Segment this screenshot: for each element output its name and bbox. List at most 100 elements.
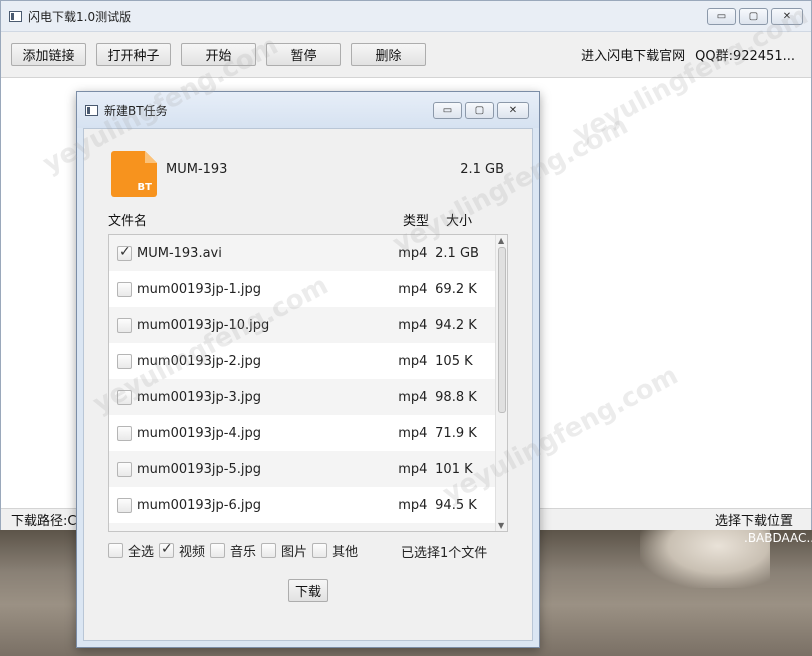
dialog-titlebar: 新建BT任务 ▭ ▢ ✕ [77, 92, 539, 128]
minimize-button[interactable]: ▭ [707, 8, 736, 25]
file-checkbox[interactable] [117, 281, 132, 297]
file-list-scrollbar[interactable]: ▲ ▼ [495, 235, 507, 531]
torrent-size: 2.1 GB [460, 162, 504, 177]
filter-music[interactable]: 音乐 [210, 541, 256, 560]
new-bt-task-dialog: 新建BT任务 ▭ ▢ ✕ BT MUM-193 2.1 GB 文件名 类型 大小… [76, 91, 540, 648]
qq-group-label: QQ群:922451... [695, 49, 795, 64]
filter-checkbox[interactable] [312, 542, 328, 558]
file-row[interactable]: mum00193jp-10.jpg mp4 94.2 K [109, 307, 495, 343]
file-name: mum00193jp-10.jpg [137, 317, 270, 333]
column-header-type: 类型 [403, 214, 430, 229]
close-button[interactable]: ✕ [771, 8, 803, 25]
file-row[interactable]: MUM-193.avi mp4 2.1 GB [109, 235, 495, 271]
file-size: 105 K [435, 353, 473, 369]
main-window-title: 闪电下载1.0测试版 [28, 9, 132, 24]
file-name: mum00193jp-4.jpg [137, 425, 261, 441]
torrent-name: MUM-193 [166, 162, 228, 177]
scrollbar-thumb[interactable] [498, 247, 506, 413]
download-path-label: 下载路径:C: [11, 514, 81, 529]
file-checkbox[interactable] [117, 353, 132, 369]
file-size: 101 K [435, 461, 473, 477]
main-titlebar: 闪电下载1.0测试版 ▭ ▢ ✕ [1, 1, 811, 32]
file-checkbox[interactable] [117, 497, 132, 513]
choose-location-button[interactable]: 选择下载位置 [715, 510, 793, 529]
filter-other[interactable]: 其他 [312, 541, 358, 560]
file-name: mum00193jp-2.jpg [137, 353, 261, 369]
maximize-icon: ▢ [748, 10, 759, 22]
close-icon: ✕ [782, 10, 792, 22]
maximize-button[interactable]: ▢ [739, 8, 768, 25]
close-icon: ✕ [508, 104, 518, 116]
minimize-icon: ▭ [716, 10, 727, 22]
dialog-maximize-button[interactable]: ▢ [465, 102, 494, 119]
file-row[interactable]: mum00193jp-2.jpg mp4 105 K [109, 343, 495, 379]
bt-file-icon: BT [111, 151, 157, 197]
file-checkbox[interactable] [117, 461, 132, 477]
file-type: mp4 [398, 353, 428, 369]
filter-select-all[interactable]: 全选 [108, 541, 154, 560]
file-type: mp4 [398, 497, 428, 513]
file-size: 69.2 K [435, 281, 477, 297]
column-header-name: 文件名 [108, 214, 148, 229]
file-row[interactable]: mum00193jp-6.jpg mp4 94.5 K [109, 487, 495, 523]
minimize-icon: ▭ [442, 104, 453, 116]
file-name: MUM-193.avi [137, 245, 222, 261]
filter-label: 全选 [128, 544, 155, 560]
dialog-window-icon [85, 104, 98, 116]
file-size: 98.8 K [435, 389, 477, 405]
filter-label: 其他 [332, 544, 359, 560]
dialog-title: 新建BT任务 [104, 103, 168, 118]
filter-checkbox[interactable] [210, 542, 226, 558]
filter-label: 图片 [281, 544, 308, 560]
scroll-up-icon[interactable]: ▲ [498, 236, 504, 245]
file-row[interactable]: mum00193jp-5.jpg mp4 101 K [109, 451, 495, 487]
dialog-minimize-button[interactable]: ▭ [433, 102, 462, 119]
file-type: mp4 [398, 425, 428, 441]
official-site-link[interactable]: 进入闪电下载官网 [581, 45, 685, 64]
file-type: mp4 [398, 245, 428, 261]
dialog-close-button[interactable]: ✕ [497, 102, 529, 119]
file-checkbox[interactable] [117, 317, 132, 333]
bt-icon-label: BT [137, 182, 152, 193]
file-size: 94.2 K [435, 317, 477, 333]
open-torrent-button[interactable]: 打开种子 [96, 43, 171, 66]
delete-button[interactable]: 删除 [351, 43, 426, 66]
download-button[interactable]: 下载 [288, 579, 328, 602]
file-row-partial [109, 523, 495, 531]
filter-label: 音乐 [230, 544, 257, 560]
start-button[interactable]: 开始 [181, 43, 256, 66]
file-type: mp4 [398, 317, 428, 333]
maximize-icon: ▢ [474, 104, 485, 116]
filter-checkbox[interactable] [108, 542, 123, 558]
add-link-button[interactable]: 添加链接 [11, 43, 86, 66]
file-list: MUM-193.avi mp4 2.1 GB mum00193jp-1.jpg … [108, 234, 508, 532]
filter-video[interactable]: 视频 [159, 541, 205, 560]
app-window-icon [9, 10, 22, 22]
column-header-size: 大小 [446, 214, 473, 229]
file-type: mp4 [398, 461, 428, 477]
file-row[interactable]: mum00193jp-4.jpg mp4 71.9 K [109, 415, 495, 451]
filter-checkbox[interactable] [159, 541, 175, 558]
file-checkbox[interactable] [117, 244, 132, 261]
filter-checkbox[interactable] [261, 542, 277, 558]
file-size: 71.9 K [435, 425, 477, 441]
file-row[interactable]: mum00193jp-1.jpg mp4 69.2 K [109, 271, 495, 307]
scroll-down-icon[interactable]: ▼ [498, 521, 504, 530]
pause-button[interactable]: 暂停 [266, 43, 341, 66]
background-caption: .BABDAAC.. [744, 531, 812, 545]
file-checkbox[interactable] [117, 425, 132, 441]
filter-label: 视频 [179, 544, 206, 560]
type-filters: 全选 视频 音乐 图片 其他 已选择1个文件 [108, 540, 508, 561]
file-type: mp4 [398, 281, 428, 297]
file-name: mum00193jp-6.jpg [137, 497, 261, 513]
file-size: 2.1 GB [435, 245, 479, 261]
file-row[interactable]: mum00193jp-3.jpg mp4 98.8 K [109, 379, 495, 415]
file-name: mum00193jp-3.jpg [137, 389, 261, 405]
selected-count: 已选择1个文件 [401, 546, 488, 561]
file-type: mp4 [398, 389, 428, 405]
file-checkbox[interactable] [117, 389, 132, 405]
dialog-body: BT MUM-193 2.1 GB 文件名 类型 大小 MUM-193.avi … [83, 128, 533, 641]
file-size: 94.5 K [435, 497, 477, 513]
file-name: mum00193jp-5.jpg [137, 461, 261, 477]
filter-images[interactable]: 图片 [261, 541, 307, 560]
